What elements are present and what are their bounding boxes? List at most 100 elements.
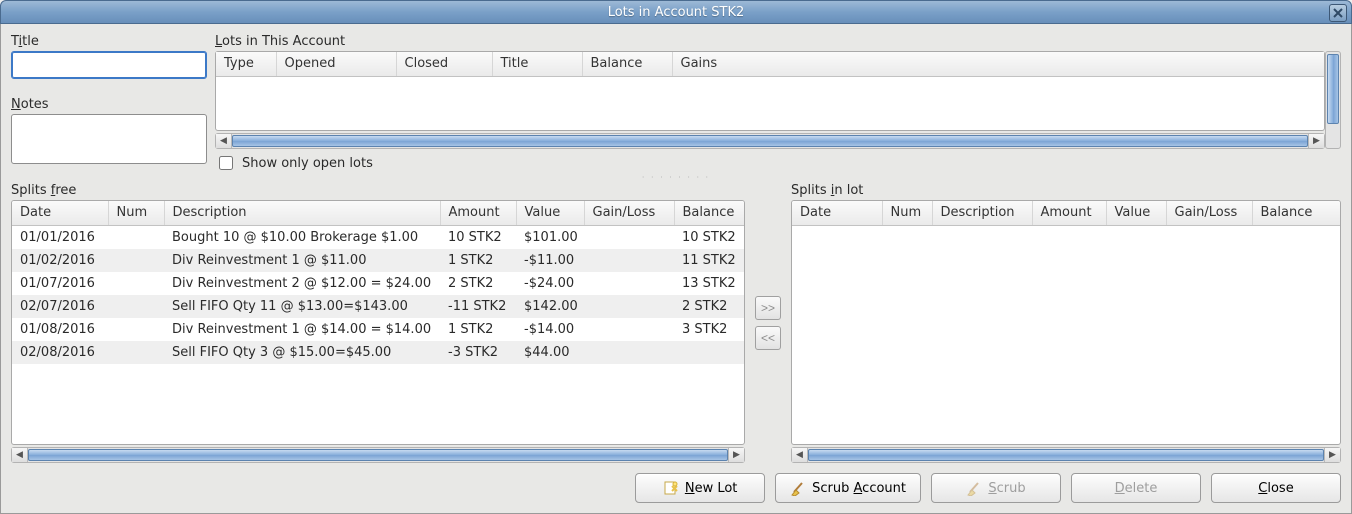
- cell-desc: Div Reinvestment 2 @ $12.00 = $24.00: [164, 272, 440, 295]
- cell-value: -$24.00: [516, 272, 584, 295]
- table-row[interactable]: 02/08/2016 Sell FIFO Qty 3 @ $15.00=$45.0…: [12, 341, 744, 364]
- close-icon: [1333, 8, 1343, 18]
- new-lot-icon: [663, 480, 679, 496]
- sl-col-desc[interactable]: Description: [932, 201, 1032, 225]
- scroll-right-icon[interactable]: ▶: [728, 448, 744, 462]
- cell-desc: Div Reinvestment 1 @ $14.00 = $14.00: [164, 318, 440, 341]
- cell-amount: -3 STK2: [440, 341, 516, 364]
- sf-col-desc[interactable]: Description: [164, 201, 440, 225]
- show-only-open-checkbox[interactable]: [219, 156, 233, 170]
- cell-desc: Bought 10 @ $10.00 Brokerage $1.00: [164, 225, 440, 249]
- table-row[interactable]: 01/01/2016 Bought 10 @ $10.00 Brokerage $…: [12, 225, 744, 249]
- lots-panel: Lots in This Account Type Opened: [215, 34, 1341, 173]
- scroll-right-icon[interactable]: ▶: [1308, 134, 1324, 148]
- close-button[interactable]: Close: [1211, 473, 1341, 503]
- cell-date: 01/07/2016: [12, 272, 108, 295]
- cell-balance: 10 STK2: [674, 225, 744, 249]
- lots-heading: Lots in This Account: [215, 34, 1341, 49]
- sl-col-balance[interactable]: Balance: [1252, 201, 1340, 225]
- scroll-left-icon[interactable]: ◀: [216, 134, 232, 148]
- sl-col-num[interactable]: Num: [882, 201, 932, 225]
- lots-col-closed[interactable]: Closed: [396, 52, 492, 76]
- cell-gainloss: [584, 225, 674, 249]
- cell-amount: 2 STK2: [440, 272, 516, 295]
- delete-button[interactable]: Delete: [1071, 473, 1201, 503]
- sf-col-balance[interactable]: Balance: [674, 201, 744, 225]
- lots-table[interactable]: Type Opened Closed Title Balance Gains: [215, 51, 1325, 131]
- lots-col-balance[interactable]: Balance: [582, 52, 672, 76]
- sl-col-date[interactable]: Date: [792, 201, 882, 225]
- splits-lot-hscrollbar[interactable]: ◀ ▶: [791, 447, 1341, 463]
- sf-col-date[interactable]: Date: [12, 201, 108, 225]
- new-lot-button[interactable]: New Lot: [635, 473, 765, 503]
- splits-row: Splits free Date Num Description Amount …: [11, 183, 1341, 463]
- cell-amount: 1 STK2: [440, 249, 516, 272]
- cell-num: [108, 225, 164, 249]
- notes-label: Notes: [11, 97, 207, 112]
- cell-gainloss: [584, 272, 674, 295]
- lots-col-type[interactable]: Type: [216, 52, 276, 76]
- cell-num: [108, 272, 164, 295]
- splits-free-heading: Splits free: [11, 183, 745, 198]
- cell-date: 02/08/2016: [12, 341, 108, 364]
- cell-date: 02/07/2016: [12, 295, 108, 318]
- top-row: Title Notes Lots in This Account: [11, 34, 1341, 173]
- splits-free-hscrollbar[interactable]: ◀ ▶: [11, 447, 745, 463]
- left-column: Title Notes: [11, 34, 207, 173]
- cell-gainloss: [584, 341, 674, 364]
- cell-desc: Div Reinvestment 1 @ $11.00: [164, 249, 440, 272]
- splits-free-table[interactable]: Date Num Description Amount Value Gain/L…: [11, 200, 745, 445]
- cell-num: [108, 341, 164, 364]
- cell-balance: 2 STK2: [674, 295, 744, 318]
- cell-balance: 13 STK2: [674, 272, 744, 295]
- sl-col-gainloss[interactable]: Gain/Loss: [1166, 201, 1252, 225]
- pane-divider[interactable]: · · · · · · · ·: [11, 173, 1341, 181]
- scrub-account-button[interactable]: Scrub Account: [775, 473, 921, 503]
- sl-col-amount[interactable]: Amount: [1032, 201, 1106, 225]
- title-input[interactable]: [11, 51, 207, 79]
- move-right-button[interactable]: >>: [755, 296, 781, 320]
- button-row: New Lot Scrub Account Scrub Delete Close: [11, 473, 1341, 503]
- title-label: Title: [11, 34, 207, 49]
- scroll-right-icon[interactable]: ▶: [1324, 448, 1340, 462]
- sf-col-amount[interactable]: Amount: [440, 201, 516, 225]
- sl-col-value[interactable]: Value: [1106, 201, 1166, 225]
- table-row[interactable]: 01/07/2016 Div Reinvestment 2 @ $12.00 = …: [12, 272, 744, 295]
- cell-date: 01/08/2016: [12, 318, 108, 341]
- cell-amount: 10 STK2: [440, 225, 516, 249]
- table-row[interactable]: 01/02/2016Div Reinvestment 1 @ $11.001 S…: [12, 249, 744, 272]
- lots-col-gains[interactable]: Gains: [672, 52, 1324, 76]
- notes-input[interactable]: [11, 114, 207, 164]
- sf-col-value[interactable]: Value: [516, 201, 584, 225]
- scrub-button[interactable]: Scrub: [931, 473, 1061, 503]
- splits-lot-table[interactable]: Date Num Description Amount Value Gain/L…: [791, 200, 1341, 445]
- splits-lot-heading: Splits in lot: [791, 183, 1341, 198]
- lots-hscrollbar[interactable]: ◀ ▶: [215, 133, 1325, 149]
- cell-gainloss: [584, 318, 674, 341]
- broom-icon: [966, 480, 982, 496]
- scroll-left-icon[interactable]: ◀: [792, 448, 808, 462]
- cell-value: $101.00: [516, 225, 584, 249]
- scroll-left-icon[interactable]: ◀: [12, 448, 28, 462]
- cell-value: -$11.00: [516, 249, 584, 272]
- cell-desc: Sell FIFO Qty 3 @ $15.00=$45.00: [164, 341, 440, 364]
- window-close-button[interactable]: [1329, 4, 1347, 22]
- splits-lot-panel: Splits in lot Date Num Description Amoun…: [791, 183, 1341, 463]
- broom-icon: [790, 480, 806, 496]
- cell-balance: 11 STK2: [674, 249, 744, 272]
- lots-col-opened[interactable]: Opened: [276, 52, 396, 76]
- lots-col-title[interactable]: Title: [492, 52, 582, 76]
- cell-amount: 1 STK2: [440, 318, 516, 341]
- cell-balance: [674, 341, 744, 364]
- lots-vscrollbar[interactable]: [1325, 51, 1341, 149]
- table-row[interactable]: 02/07/2016 Sell FIFO Qty 11 @ $13.00=$143…: [12, 295, 744, 318]
- table-row[interactable]: 01/08/2016 Div Reinvestment 1 @ $14.00 = …: [12, 318, 744, 341]
- cell-num: [108, 295, 164, 318]
- sf-col-gainloss[interactable]: Gain/Loss: [584, 201, 674, 225]
- move-left-button[interactable]: <<: [755, 326, 781, 350]
- splits-free-panel: Splits free Date Num Description Amount …: [11, 183, 745, 463]
- transfer-column: >> <<: [753, 183, 783, 463]
- sf-col-num[interactable]: Num: [108, 201, 164, 225]
- cell-desc: Sell FIFO Qty 11 @ $13.00=$143.00: [164, 295, 440, 318]
- cell-date: 01/01/2016: [12, 225, 108, 249]
